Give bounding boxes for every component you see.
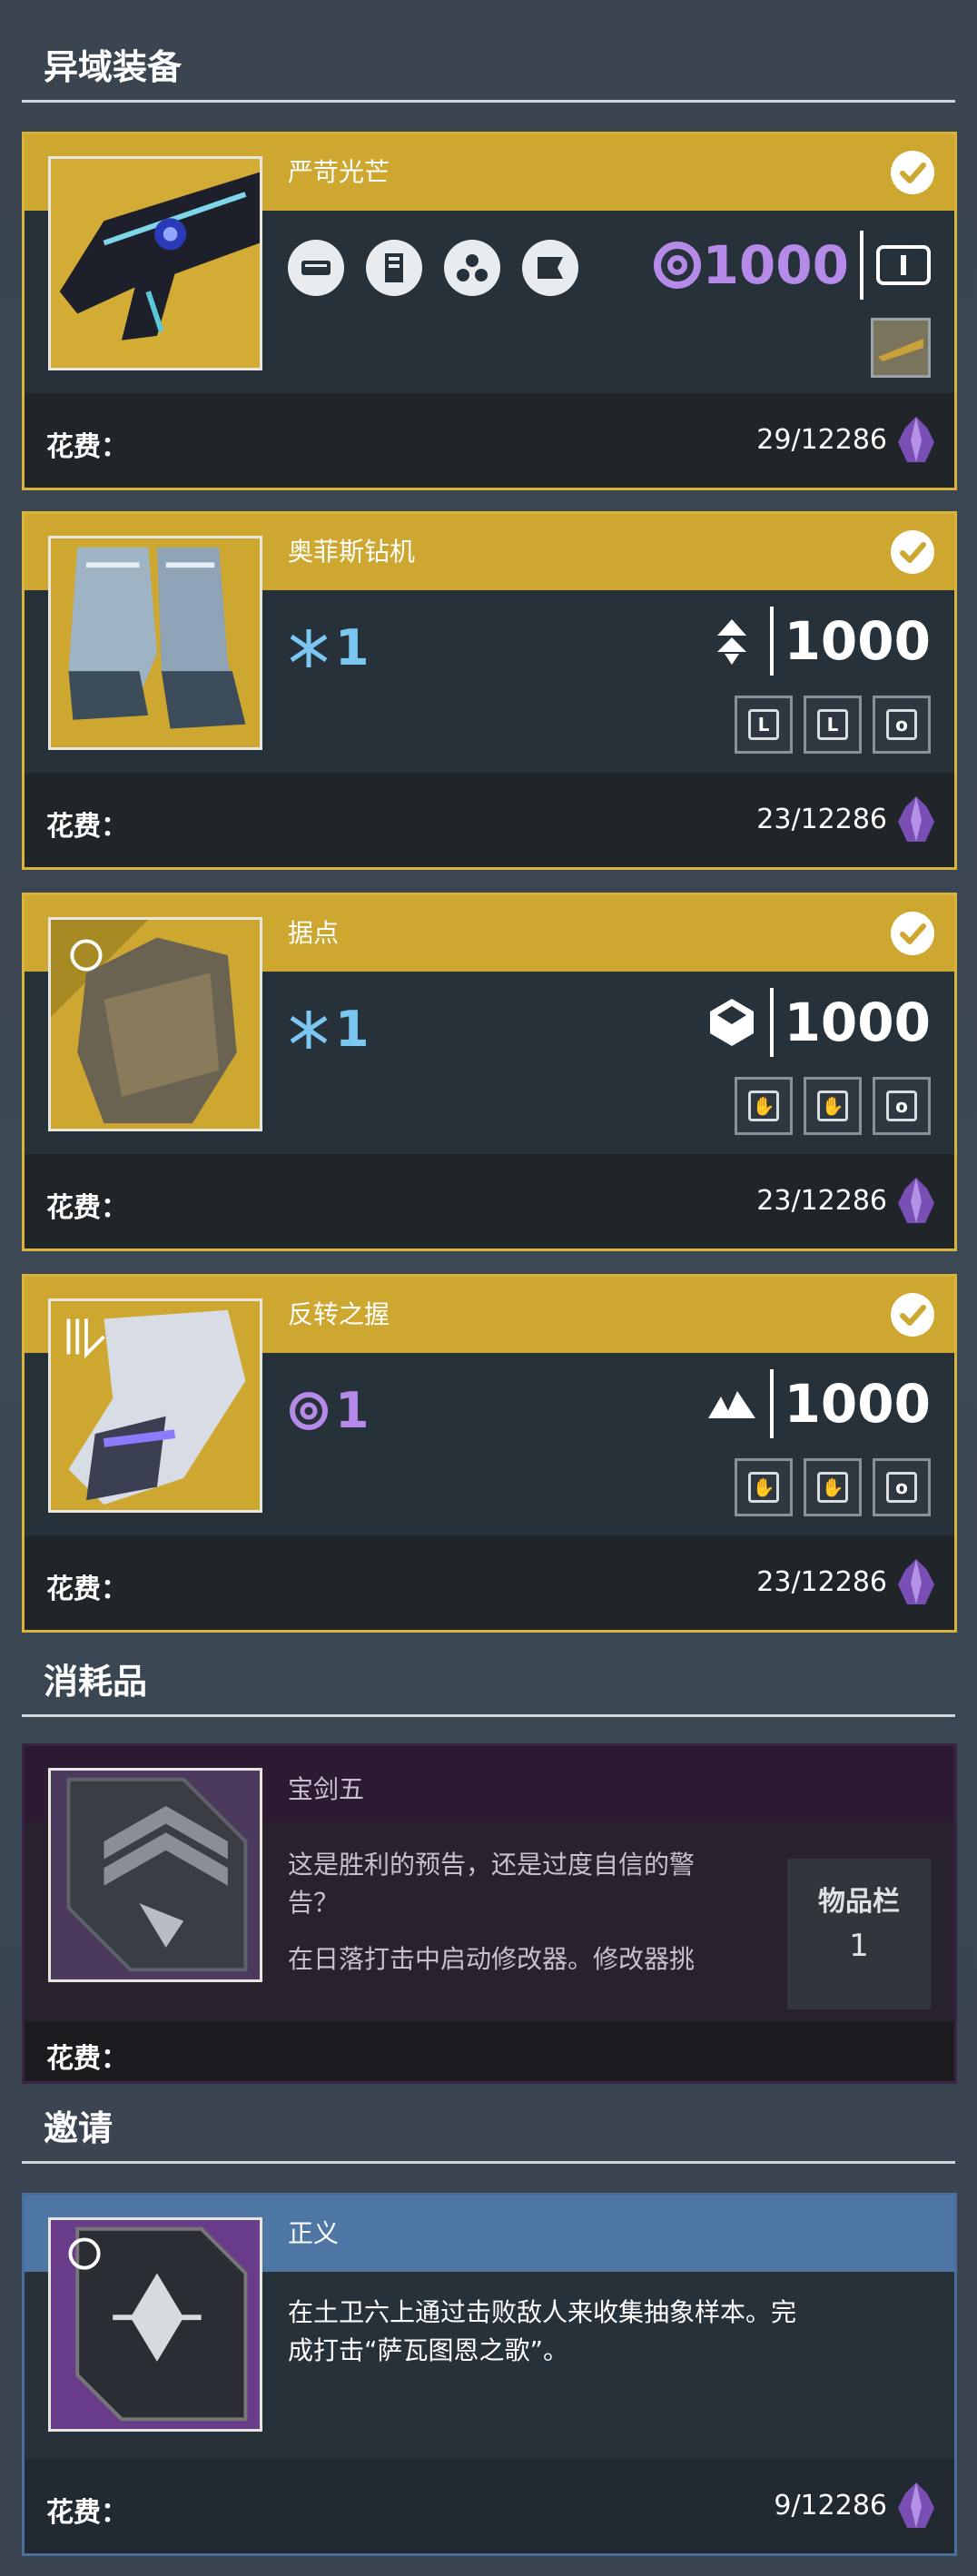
cost-value: 29/12286 bbox=[756, 424, 887, 456]
mod-slot[interactable]: ✋ bbox=[804, 1077, 862, 1135]
cost-footer: 花费： bbox=[25, 2021, 954, 2081]
perk-list bbox=[288, 240, 578, 296]
inventory-count-panel: 物品栏 1 bbox=[787, 1859, 931, 2009]
mod-slots: ✋ ✋ o bbox=[735, 1077, 931, 1135]
exotic-item-card[interactable]: 严苛光芒 1000 花费： 29/12286 bbox=[22, 132, 957, 490]
void-icon bbox=[290, 1391, 328, 1430]
cost-footer: 花费： 23/12286 bbox=[25, 1154, 954, 1249]
mod-slot[interactable]: o bbox=[873, 1077, 931, 1135]
cost-value: 9/12286 bbox=[774, 2490, 887, 2522]
cost-value: 23/12286 bbox=[756, 1185, 887, 1217]
legendary-shard-icon bbox=[898, 417, 934, 462]
cost-label: 花费： bbox=[46, 1192, 128, 1224]
energy-readout: 1 bbox=[288, 1382, 370, 1439]
arc-icon bbox=[290, 628, 328, 667]
inventory-count: 1 bbox=[849, 1928, 869, 1964]
energy-value: 1 bbox=[335, 1382, 370, 1439]
void-icon bbox=[653, 242, 701, 289]
cost-label: 花费： bbox=[46, 811, 128, 843]
item-title: 据点 bbox=[288, 918, 340, 948]
item-title: 奥菲斯钻机 bbox=[288, 537, 416, 567]
power-value: 1000 bbox=[784, 1373, 931, 1435]
cost-label: 花费： bbox=[46, 431, 128, 463]
mod-slot[interactable]: o bbox=[873, 1458, 931, 1516]
power-level: 1000 bbox=[706, 1369, 931, 1438]
titan-icon bbox=[709, 999, 754, 1046]
legendary-shard-icon bbox=[898, 2482, 934, 2528]
item-icon bbox=[48, 156, 262, 370]
section-title: 邀请 bbox=[44, 2107, 113, 2148]
cost-footer: 花费： 29/12286 bbox=[25, 393, 954, 488]
arc-icon bbox=[290, 1010, 328, 1049]
exotic-item-card[interactable]: 反转之握 1 1000 ✋ ✋ o 花费： 23/12286 bbox=[22, 1274, 957, 1633]
energy-readout: 1 bbox=[288, 619, 370, 676]
ornament-thumbnail[interactable] bbox=[871, 318, 931, 378]
divider bbox=[769, 988, 774, 1057]
section-title: 异域装备 bbox=[44, 46, 183, 87]
power-value: 1000 bbox=[702, 234, 849, 296]
item-description: 在土卫六上通过击败敌人来收集抽象样本。完 成打击“萨瓦图恩之歌”。 bbox=[288, 2297, 797, 2365]
item-title: 反转之握 bbox=[288, 1299, 390, 1329]
mod-slots: ✋ ✋ o bbox=[735, 1458, 931, 1516]
energy-value: 1 bbox=[335, 619, 370, 676]
item-title: 正义 bbox=[288, 2218, 340, 2248]
exotic-item-card[interactable]: 奥菲斯钻机 1 1000 L L o 花费： 23/12286 bbox=[22, 511, 957, 870]
power-level: 1000 bbox=[706, 607, 931, 676]
cost-label: 花费： bbox=[46, 2497, 128, 2529]
invitation-card[interactable]: 正义 在土卫六上通过击败敌人来收集抽象样本。完 成打击“萨瓦图恩之歌”。 花费：… bbox=[22, 2193, 957, 2556]
frame-icon[interactable] bbox=[444, 240, 500, 296]
power-level: 1000 bbox=[706, 988, 931, 1057]
section-header-exotic: 异域装备 bbox=[22, 27, 955, 103]
warlock-icon bbox=[707, 1391, 755, 1418]
mod-slot[interactable]: L bbox=[804, 696, 862, 754]
item-icon bbox=[48, 1298, 262, 1513]
item-icon bbox=[48, 536, 262, 750]
checkmark-icon bbox=[891, 912, 934, 955]
divider bbox=[860, 231, 864, 300]
inventory-label: 物品栏 bbox=[818, 1886, 900, 1918]
power-value: 1000 bbox=[784, 992, 931, 1053]
checkmark-icon bbox=[891, 1293, 934, 1337]
energy-value: 1 bbox=[335, 1001, 370, 1058]
item-icon bbox=[48, 1768, 262, 1982]
legendary-shard-icon bbox=[898, 796, 934, 842]
legendary-shard-icon bbox=[898, 1178, 934, 1223]
hunter-icon bbox=[716, 619, 746, 665]
mod-slot[interactable]: ✋ bbox=[735, 1077, 793, 1135]
mod-slot[interactable]: L bbox=[735, 696, 793, 754]
cost-value: 23/12286 bbox=[756, 804, 887, 835]
energy-readout: 1 bbox=[288, 1001, 370, 1058]
section-title: 消耗品 bbox=[44, 1661, 148, 1702]
mod-slot[interactable]: o bbox=[873, 696, 931, 754]
legendary-shard-icon bbox=[898, 1559, 934, 1604]
item-title: 宝剑五 bbox=[288, 1774, 365, 1804]
divider bbox=[769, 607, 774, 676]
item-icon bbox=[48, 2217, 262, 2432]
mod-slots: L L o bbox=[735, 696, 931, 754]
mod-slot[interactable]: ✋ bbox=[735, 1458, 793, 1516]
barrel-icon[interactable] bbox=[288, 240, 344, 296]
cost-footer: 花费： 23/12286 bbox=[25, 1535, 954, 1630]
checkmark-icon bbox=[891, 151, 934, 194]
cost-label: 花费： bbox=[46, 2043, 128, 2075]
power-level: 1000 bbox=[652, 231, 931, 300]
stock-icon[interactable] bbox=[522, 240, 578, 296]
consumable-card[interactable]: 宝剑五 这是胜利的预告，还是过度自信的警 告？ 在日落打击中启动修改器。修改器挑… bbox=[22, 1743, 957, 2084]
special-ammo-icon bbox=[876, 245, 931, 285]
cost-label: 花费： bbox=[46, 1574, 128, 1605]
item-icon bbox=[48, 917, 262, 1131]
checkmark-icon bbox=[891, 530, 934, 574]
mod-slot[interactable]: ✋ bbox=[804, 1458, 862, 1516]
power-value: 1000 bbox=[784, 610, 931, 672]
item-title: 严苛光芒 bbox=[288, 157, 390, 187]
exotic-item-card[interactable]: 据点 1 1000 ✋ ✋ o 花费： 23/12286 bbox=[22, 893, 957, 1251]
item-description: 这是胜利的预告，还是过度自信的警 告？ 在日落打击中启动修改器。修改器挑 bbox=[288, 1850, 696, 1974]
cost-value: 23/12286 bbox=[756, 1566, 887, 1598]
section-header-consumables: 消耗品 bbox=[22, 1642, 955, 1717]
divider bbox=[769, 1369, 774, 1438]
section-header-invitations: 邀请 bbox=[22, 2088, 955, 2164]
cost-footer: 花费： 23/12286 bbox=[25, 773, 954, 867]
magazine-icon[interactable] bbox=[366, 240, 422, 296]
cost-footer: 花费： 9/12286 bbox=[25, 2459, 954, 2553]
